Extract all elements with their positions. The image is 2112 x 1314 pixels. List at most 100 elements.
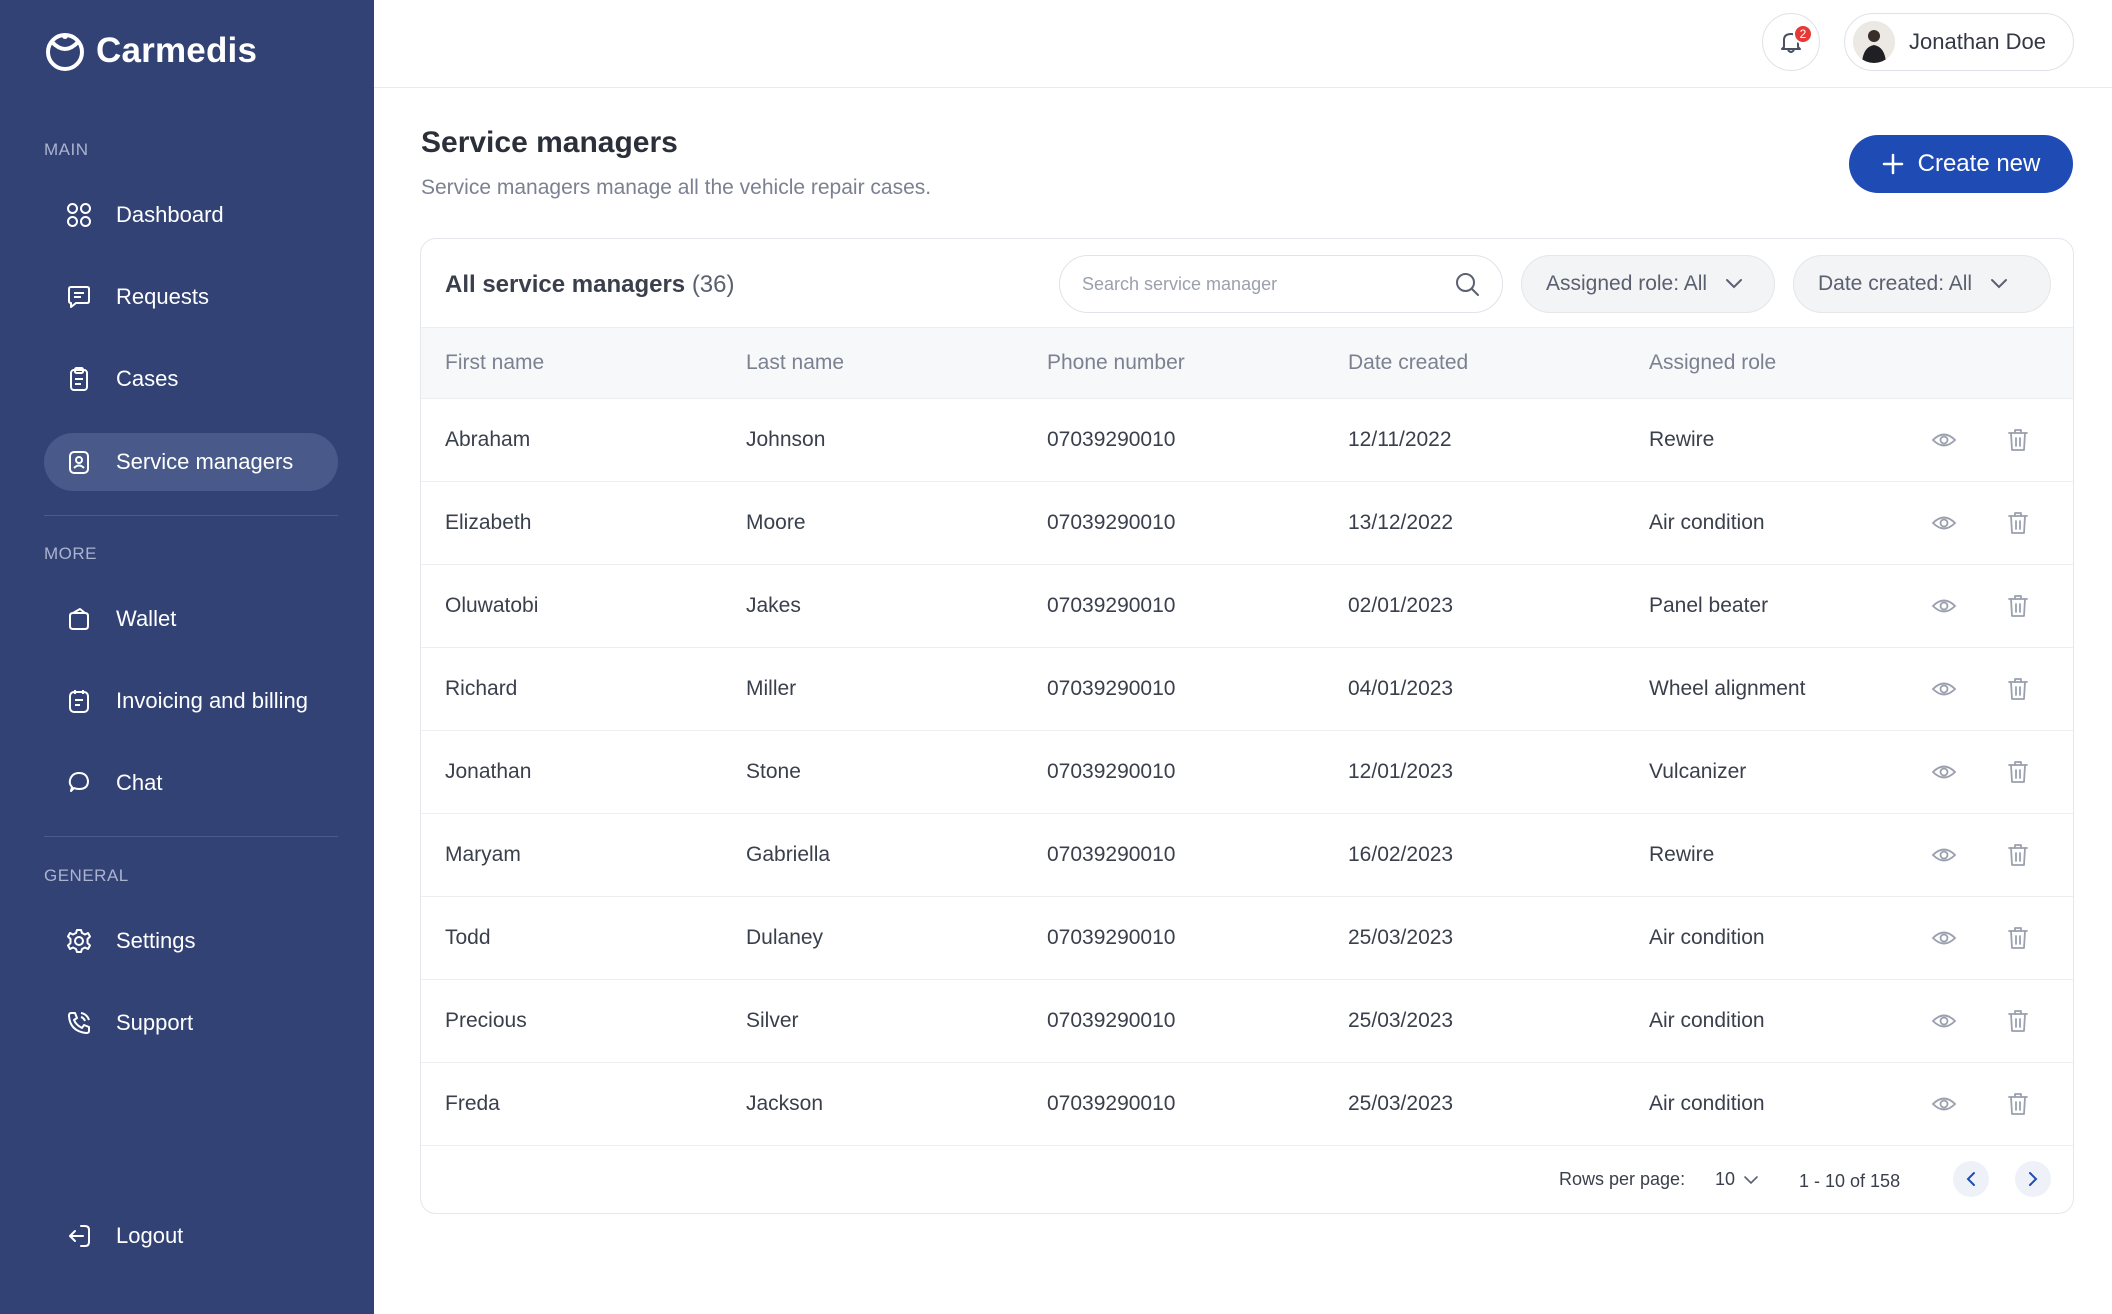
assigned-role-filter[interactable]: Assigned role: All (1521, 255, 1775, 313)
cell-phone-number: 07039290010 (1047, 428, 1176, 451)
next-page-button[interactable] (2015, 1161, 2051, 1197)
sidebar-item-label: Settings (116, 928, 196, 953)
table-row[interactable]: Freda Jackson 07039290010 25/03/2023 Air con… (421, 1063, 2073, 1146)
column-header-phone-number[interactable]: Phone number (1047, 351, 1185, 375)
logout-label: Logout (116, 1223, 184, 1248)
table-row[interactable]: Precious Silver 07039290010 25/03/2023 Air c… (421, 980, 2073, 1063)
cell-assigned-role: Panel beater (1649, 594, 1769, 617)
rows-per-page-select[interactable]: 10 (1715, 1169, 1759, 1190)
view-icon[interactable] (1929, 425, 1959, 455)
trash-icon[interactable] (2003, 840, 2033, 870)
view-icon[interactable] (1929, 1006, 1959, 1036)
clipboard-icon (66, 366, 92, 392)
sidebar-item-settings[interactable]: Settings (44, 912, 338, 970)
sidebar-item-cases[interactable]: Cases (44, 350, 338, 408)
cell-assigned-role: Rewire (1649, 843, 1715, 866)
view-icon[interactable] (1929, 508, 1959, 538)
view-icon[interactable] (1929, 591, 1959, 621)
pagination-range: 1 - 10 of 158 (1799, 1171, 1901, 1191)
cell-phone-number: 07039290010 (1047, 1009, 1176, 1032)
column-header-date-created[interactable]: Date created (1348, 351, 1468, 375)
rows-per-page-value: 10 (1715, 1169, 1736, 1189)
cell-phone-number: 07039290010 (1047, 760, 1176, 783)
chevron-left-icon (1966, 1172, 1975, 1186)
cell-assigned-role: Air condition (1649, 926, 1765, 949)
table-row[interactable]: Richard Miller 07039290010 04/01/2023 Wheel … (421, 648, 2073, 731)
view-icon[interactable] (1929, 674, 1959, 704)
cell-assigned-role: Air condition (1649, 1009, 1765, 1032)
view-icon[interactable] (1929, 757, 1959, 787)
table-footer: Rows per page: 10 1 - 10 of 158 (421, 1143, 2073, 1213)
date-created-filter[interactable]: Date created: All (1793, 255, 2051, 313)
card-title-text: All service managers (445, 271, 686, 298)
sidebar-item-support[interactable]: Support (44, 994, 338, 1052)
cell-phone-number: 07039290010 (1047, 677, 1176, 700)
trash-icon[interactable] (2003, 508, 2033, 538)
table-row[interactable]: Maryam Gabriella 07039290010 16/02/2023 Rewi… (421, 814, 2073, 897)
sidebar-item-dashboard[interactable]: Dashboard (44, 186, 338, 244)
trash-icon[interactable] (2003, 757, 2033, 787)
sidebar-divider (44, 836, 338, 837)
table-header: First name Last name Phone number Date c… (421, 327, 2073, 399)
create-new-button[interactable]: Create new (1849, 135, 2073, 193)
sidebar-item-invoicing[interactable]: Invoicing and billing (44, 672, 338, 730)
sidebar-item-label: Requests (116, 284, 209, 309)
search-icon[interactable] (1454, 271, 1480, 297)
section-label-general: GENERAL (44, 866, 129, 885)
cell-date-created: 25/03/2023 (1348, 1092, 1454, 1115)
search-box[interactable] (1059, 255, 1503, 313)
cell-last-name: Dulaney (746, 926, 824, 949)
cell-assigned-role: Vulcanizer (1649, 760, 1747, 783)
cell-last-name: Jakes (746, 594, 801, 617)
trash-icon[interactable] (2003, 923, 2033, 953)
user-menu[interactable]: Jonathan Doe (1844, 13, 2074, 71)
cell-last-name: Johnson (746, 428, 826, 451)
sidebar-item-requests[interactable]: Requests (44, 268, 338, 326)
view-icon[interactable] (1929, 840, 1959, 870)
logo[interactable]: Carmedis (44, 30, 257, 72)
cell-date-created: 12/11/2022 (1348, 428, 1452, 451)
column-header-first-name[interactable]: First name (445, 351, 544, 375)
trash-icon[interactable] (2003, 1006, 2033, 1036)
trash-icon[interactable] (2003, 1089, 2033, 1119)
table-row[interactable]: Todd Dulaney 07039290010 25/03/2023 Air cond… (421, 897, 2073, 980)
sidebar-item-label: Service managers (116, 449, 294, 474)
chevron-down-icon (1991, 279, 2008, 289)
cell-phone-number: 07039290010 (1047, 843, 1176, 866)
notifications-button[interactable]: 2 (1762, 13, 1820, 71)
sidebar-item-service-managers[interactable]: Service managers (44, 433, 338, 491)
sidebar-item-label: Support (116, 1010, 194, 1035)
phone-icon (66, 1010, 92, 1036)
cell-first-name: Oluwatobi (445, 594, 539, 617)
view-icon[interactable] (1929, 1089, 1959, 1119)
sidebar-item-chat[interactable]: Chat (44, 754, 338, 812)
cell-phone-number: 07039290010 (1047, 594, 1176, 617)
chat-icon (66, 770, 92, 796)
previous-page-button[interactable] (1953, 1161, 1989, 1197)
table-row[interactable]: Abraham Johnson 07039290010 12/11/2022 Rewir… (421, 399, 2073, 482)
logout-button[interactable]: Logout (44, 1207, 338, 1265)
cell-last-name: Miller (746, 677, 797, 700)
chevron-down-icon (1726, 279, 1743, 289)
sidebar-item-wallet[interactable]: Wallet (44, 590, 338, 648)
view-icon[interactable] (1929, 923, 1959, 953)
service-managers-card: All service managers (36) Assigned role:… (420, 238, 2074, 1214)
table-row[interactable]: Jonathan Stone 07039290010 12/01/2023 Vulcan… (421, 731, 2073, 814)
cell-date-created: 25/03/2023 (1348, 926, 1454, 949)
trash-icon[interactable] (2003, 674, 2033, 704)
trash-icon[interactable] (2003, 425, 2033, 455)
message-icon (66, 284, 92, 310)
app-name: Carmedis (96, 31, 258, 70)
trash-icon[interactable] (2003, 591, 2033, 621)
table-row[interactable]: Elizabeth Moore 07039290010 13/12/2022 Air c… (421, 482, 2073, 565)
table-row[interactable]: Oluwatobi Jakes 07039290010 02/01/2023 Panel… (421, 565, 2073, 648)
cell-last-name: Gabriella (746, 843, 831, 866)
cell-first-name: Precious (445, 1009, 527, 1032)
column-header-last-name[interactable]: Last name (746, 351, 844, 375)
search-input[interactable] (1082, 273, 1454, 295)
cell-last-name: Moore (746, 511, 806, 534)
cell-phone-number: 07039290010 (1047, 511, 1176, 534)
column-header-assigned-role[interactable]: Assigned role (1649, 351, 1776, 375)
section-label-more: MORE (44, 544, 97, 563)
card-title: All service managers (36) (445, 271, 735, 299)
